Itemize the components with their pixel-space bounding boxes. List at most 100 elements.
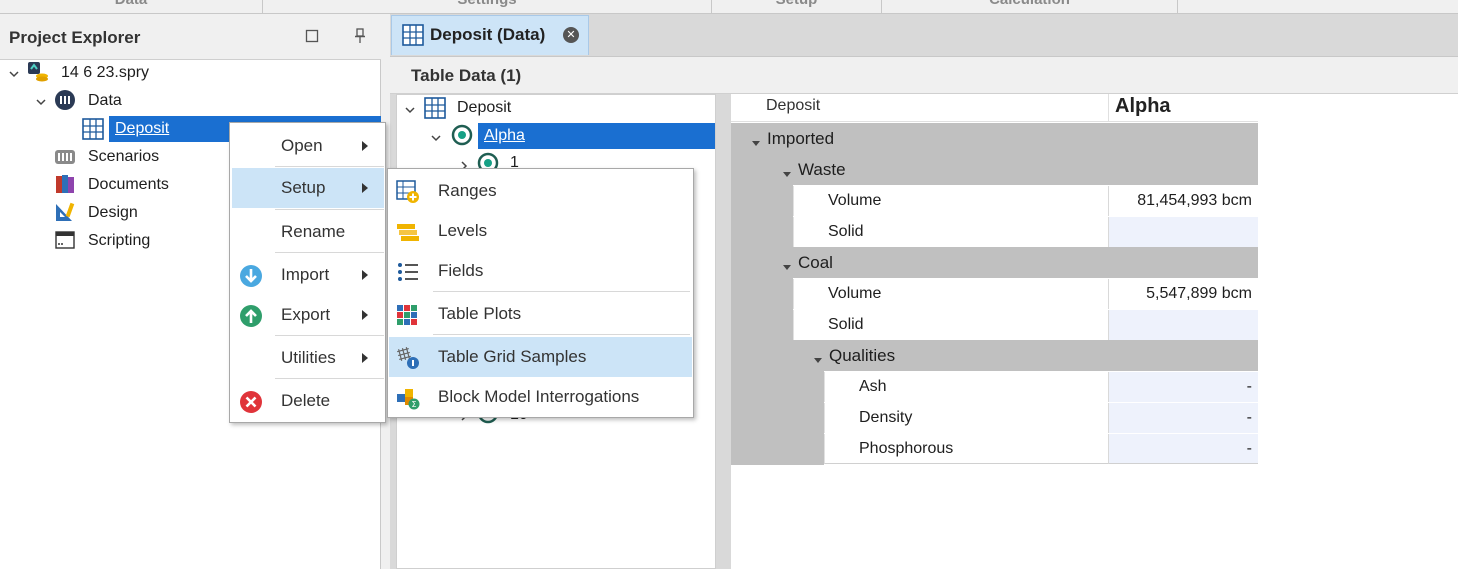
levels-icon xyxy=(396,219,420,243)
menu-item-label: Rename xyxy=(281,222,346,241)
submenu-item-table-grid-samples[interactable]: Table Grid Samples xyxy=(389,337,692,377)
menu-item-open[interactable]: Open xyxy=(230,126,385,166)
chevron-down-icon[interactable] xyxy=(35,96,47,108)
table-data-header xyxy=(390,56,1458,94)
menu-item-rename[interactable]: Rename xyxy=(230,212,385,252)
menu-item-import[interactable]: Import xyxy=(230,255,385,295)
tree-item-data[interactable]: Data xyxy=(88,88,122,114)
menu-item-label: Utilities xyxy=(281,348,336,367)
tree-item-scenarios[interactable]: Scenarios xyxy=(88,144,159,170)
menu-item-setup[interactable]: Setup xyxy=(232,168,384,208)
density-label: Density xyxy=(824,403,1108,433)
submenu-item-label: Table Grid Samples xyxy=(438,347,587,366)
close-icon[interactable]: ✕ xyxy=(563,27,579,43)
chevron-down-icon[interactable] xyxy=(404,104,416,116)
fields-icon xyxy=(396,259,420,283)
grid-indent xyxy=(731,402,824,433)
density-value[interactable]: - xyxy=(1108,403,1258,433)
menu-separator xyxy=(275,335,384,336)
delete-icon xyxy=(239,389,263,413)
category-imported-label: Imported xyxy=(767,129,835,148)
import-icon xyxy=(239,263,263,287)
chevron-down-icon[interactable] xyxy=(782,259,792,277)
tree-item-project[interactable]: 14 6 23.spry xyxy=(61,60,149,86)
grid-header-value: Alpha xyxy=(1115,95,1171,117)
table-icon xyxy=(424,97,446,119)
coal-solid-value[interactable] xyxy=(1108,310,1258,340)
waste-volume-label: Volume xyxy=(793,186,1108,216)
grid-indent xyxy=(731,278,793,309)
coal-volume-label: Volume xyxy=(793,279,1108,309)
ribbon-group-calculation[interactable]: Calculation xyxy=(882,0,1178,13)
submenu-arrow-icon xyxy=(362,183,368,193)
ribbon-group-data[interactable]: Data xyxy=(0,0,263,13)
menu-item-label: Export xyxy=(281,305,331,324)
documents-icon xyxy=(54,173,76,195)
tree-item-1[interactable]: 1 xyxy=(510,150,519,168)
submenu-item-label: Block Model Interrogations xyxy=(438,387,640,406)
submenu-arrow-icon xyxy=(362,353,368,363)
grid-indent xyxy=(731,154,762,185)
submenu-item-ranges[interactable]: Ranges xyxy=(389,171,692,211)
menu-item-delete[interactable]: Delete xyxy=(230,381,385,421)
tree-item-documents[interactable]: Documents xyxy=(88,172,169,198)
grid-indent xyxy=(731,185,793,216)
waste-volume-value[interactable]: 81,454,993 bcm xyxy=(1108,186,1258,216)
grid-indent xyxy=(731,247,762,278)
table-data-title: Table Data (1) xyxy=(411,66,522,85)
menu-separator xyxy=(433,291,690,292)
maximize-icon[interactable] xyxy=(303,27,321,45)
submenu-item-label: Table Plots xyxy=(438,304,522,323)
grid-indent xyxy=(731,309,793,340)
menu-item-label: Open xyxy=(281,136,323,155)
submenu-item-fields[interactable]: Fields xyxy=(389,251,692,291)
category-qualities-label: Qualities xyxy=(829,346,896,365)
project-icon xyxy=(27,61,49,83)
submenu-arrow-icon xyxy=(362,310,368,320)
phosphorous-value[interactable]: - xyxy=(1108,434,1258,464)
chevron-down-icon[interactable] xyxy=(8,68,20,80)
grid-indent xyxy=(731,216,793,247)
table-icon xyxy=(402,24,424,46)
category-coal[interactable] xyxy=(762,247,1258,278)
tab-label: Deposit (Data) xyxy=(430,25,546,44)
node-icon xyxy=(451,124,473,146)
menu-item-label: Setup xyxy=(281,178,326,197)
tree-item-scripting[interactable]: Scripting xyxy=(88,228,150,254)
svg-text:Σ: Σ xyxy=(412,400,417,409)
chevron-down-icon[interactable] xyxy=(813,352,823,370)
phosphorous-label: Phosphorous xyxy=(824,434,1108,464)
tree-item-deposit[interactable]: Deposit xyxy=(457,95,511,121)
submenu-item-levels[interactable]: Levels xyxy=(389,211,692,251)
grid-samples-icon xyxy=(396,345,420,369)
chevron-down-icon[interactable] xyxy=(751,135,761,153)
tree-item-design[interactable]: Design xyxy=(88,200,138,226)
menu-item-export[interactable]: Export xyxy=(230,295,385,335)
design-icon xyxy=(54,201,76,223)
tree-item-alpha[interactable]: Alpha xyxy=(478,123,715,149)
chevron-down-icon[interactable] xyxy=(782,166,792,184)
menu-item-utilities[interactable]: Utilities xyxy=(230,338,385,378)
category-coal-label: Coal xyxy=(798,253,833,272)
ribbon-group-setup[interactable]: Setup xyxy=(712,0,882,13)
submenu-item-table-plots[interactable]: Table Plots xyxy=(389,294,692,334)
menu-separator xyxy=(275,378,384,379)
ribbon-strip: Data Settings Setup Calculation xyxy=(0,0,1458,14)
coal-volume-value[interactable]: 5,547,899 bcm xyxy=(1108,279,1258,309)
project-explorer-title: Project Explorer xyxy=(9,28,141,47)
ribbon-group-settings[interactable]: Settings xyxy=(263,0,712,13)
ash-value[interactable]: - xyxy=(1108,372,1258,402)
project-explorer-header: Project Explorer xyxy=(0,14,381,60)
chevron-down-icon[interactable] xyxy=(430,132,442,144)
grid-indent xyxy=(731,433,824,465)
menu-item-label: Delete xyxy=(281,391,331,410)
submenu-item-label: Levels xyxy=(438,221,488,240)
table-icon xyxy=(82,118,104,140)
submenu-item-block-model-interrogations[interactable]: Σ Block Model Interrogations xyxy=(389,377,692,417)
data-icon xyxy=(54,89,76,111)
scripting-icon xyxy=(54,229,76,251)
waste-solid-value[interactable] xyxy=(1108,217,1258,247)
waste-solid-label: Solid xyxy=(793,217,1108,247)
pin-icon[interactable] xyxy=(351,27,369,45)
table-plots-icon xyxy=(396,302,420,326)
